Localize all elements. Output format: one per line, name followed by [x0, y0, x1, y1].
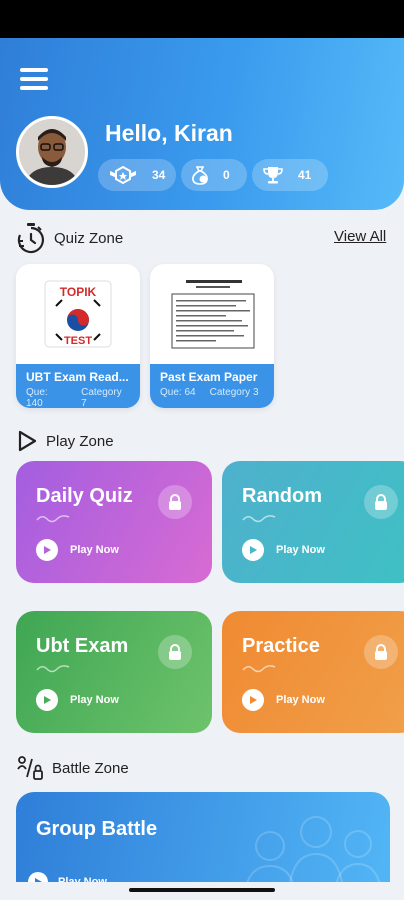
- quiz-card-title: UBT Exam Read...: [26, 370, 129, 384]
- play-now-button[interactable]: Play Now: [242, 689, 325, 711]
- squiggle-decoration-icon: [36, 515, 70, 523]
- quiz-card-thumbnail: TOPIK TEST: [16, 264, 140, 364]
- play-now-label: Play Now: [276, 694, 325, 706]
- profile-header: Hello, Kiran 34 0 41: [0, 38, 404, 210]
- quiz-card-past-exam-paper[interactable]: Past Exam Paper Que: 64 Category 3: [150, 264, 274, 408]
- play-now-label: Play Now: [70, 694, 119, 706]
- menu-icon-bar: [20, 68, 48, 72]
- quiz-card-title: Past Exam Paper: [160, 370, 258, 384]
- squiggle-decoration-icon: [36, 665, 70, 673]
- home-indicator[interactable]: [129, 888, 275, 892]
- play-card-title: Ubt Exam: [36, 635, 129, 657]
- lock-icon: [158, 635, 192, 669]
- coins-stat[interactable]: 0: [181, 159, 247, 191]
- rank-stat[interactable]: 34: [98, 159, 176, 191]
- play-icon: [242, 689, 264, 711]
- play-icon: [36, 539, 58, 561]
- daily-quiz-card[interactable]: Daily Quiz Play Now: [16, 461, 212, 583]
- play-now-button[interactable]: Play Now: [36, 689, 119, 711]
- group-battle-title: Group Battle: [36, 818, 158, 840]
- play-zone-heading: Play Zone: [16, 430, 114, 452]
- play-card-title: Daily Quiz: [36, 485, 133, 507]
- trophy-value: 41: [298, 168, 312, 182]
- quiz-card-category: Category 7: [81, 387, 122, 408]
- trophy-stat[interactable]: 41: [252, 159, 328, 191]
- play-card-title: Random: [242, 485, 322, 507]
- random-card[interactable]: Random Play Now: [222, 461, 404, 583]
- avatar[interactable]: [16, 116, 88, 188]
- play-icon: [36, 689, 58, 711]
- quiz-zone-heading: Quiz Zone: [16, 222, 123, 254]
- play-now-label: Play Now: [70, 544, 119, 556]
- quiz-card-question-count: Que: 64: [160, 387, 196, 398]
- play-icon: [242, 539, 264, 561]
- play-card-title: Practice: [242, 635, 320, 657]
- status-bar: [0, 0, 404, 38]
- trophy-icon: [263, 167, 283, 184]
- squiggle-decoration-icon: [242, 665, 276, 673]
- topik-test-logo-icon: TOPIK TEST: [44, 280, 112, 348]
- rank-value: 34: [152, 168, 166, 182]
- menu-icon-bar: [20, 86, 48, 90]
- coins-value: 0: [223, 168, 230, 182]
- ubt-exam-card[interactable]: Ubt Exam Play Now: [16, 611, 212, 733]
- stopwatch-icon: [17, 223, 44, 254]
- quiz-card-category: Category 3: [209, 387, 259, 398]
- battle-icon: [17, 756, 43, 780]
- quiz-card-question-count: Que: 140: [26, 387, 48, 408]
- rank-badge-icon: [110, 165, 136, 185]
- test-logo-text: TEST: [64, 335, 92, 347]
- quiz-card-thumbnail: [150, 264, 274, 364]
- menu-icon-bar: [20, 77, 48, 81]
- greeting-text: Hello, Kiran: [105, 120, 233, 146]
- quiz-zone-title: Quiz Zone: [54, 229, 124, 247]
- quiz-card-info: UBT Exam Read... Que: 140 Category 7: [16, 364, 140, 408]
- play-now-button[interactable]: Play Now: [36, 539, 119, 561]
- lock-icon: [364, 485, 398, 519]
- play-now-button[interactable]: Play Now: [242, 539, 325, 561]
- quiz-card-ubt-exam-reading[interactable]: TOPIK TEST UBT Exam Read... Que: 140 Cat…: [16, 264, 140, 408]
- lock-icon: [364, 635, 398, 669]
- exam-paper-thumbnail-icon: [160, 270, 264, 358]
- play-zone-title: Play Zone: [46, 432, 114, 450]
- menu-button[interactable]: [20, 68, 48, 90]
- play-now-label: Play Now: [276, 544, 325, 556]
- play-outline-icon: [18, 430, 37, 452]
- battle-zone-title: Battle Zone: [52, 759, 129, 777]
- coin-bag-icon: [192, 166, 208, 185]
- avatar-image-icon: [19, 119, 85, 185]
- battle-zone-heading: Battle Zone: [16, 755, 129, 781]
- quiz-card-info: Past Exam Paper Que: 64 Category 3: [150, 364, 274, 408]
- view-all-link[interactable]: View All: [334, 228, 386, 245]
- lock-icon: [158, 485, 192, 519]
- squiggle-decoration-icon: [242, 515, 276, 523]
- practice-card[interactable]: Practice Play Now: [222, 611, 404, 733]
- topik-logo-text: TOPIK: [60, 285, 97, 299]
